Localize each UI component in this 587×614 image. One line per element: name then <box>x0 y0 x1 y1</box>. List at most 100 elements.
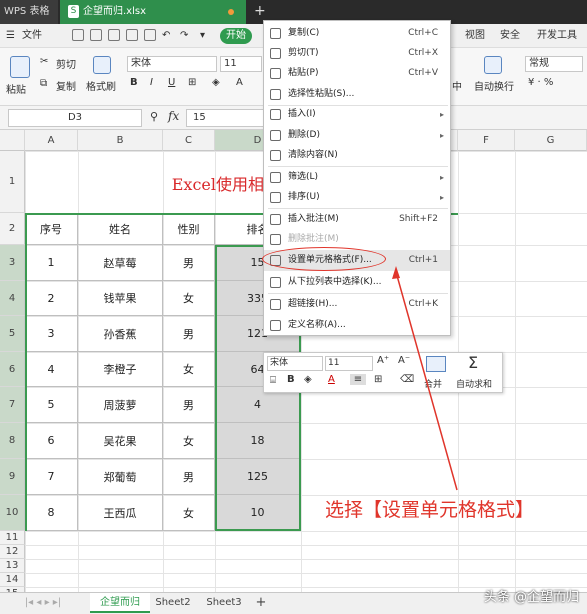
table-cell[interactable]: 1 <box>25 245 78 281</box>
underline-button[interactable]: U <box>168 77 175 88</box>
column-header-a[interactable]: A <box>25 130 78 151</box>
context-menu-item[interactable]: 删除批注(M) <box>264 229 450 250</box>
context-menu-item[interactable]: 筛选(L) ▸ <box>264 167 450 188</box>
format-painter-icon[interactable] <box>93 56 111 74</box>
table-header-cell[interactable]: 性别 <box>163 213 215 245</box>
row-header-6[interactable]: 6 <box>0 352 25 387</box>
row-header-14[interactable]: 14 <box>0 573 25 587</box>
context-menu-item[interactable]: 设置单元格格式(F)... Ctrl+1 <box>264 250 450 271</box>
hamburger-icon[interactable]: ☰ <box>6 24 15 48</box>
table-cell[interactable]: 钱苹果 <box>78 281 163 316</box>
table-cell[interactable]: 赵草莓 <box>78 245 163 281</box>
preview-icon[interactable] <box>126 29 138 41</box>
row-header-5[interactable]: 5 <box>0 316 25 352</box>
table-cell[interactable]: 吴花果 <box>78 423 163 459</box>
fx-icon[interactable]: fx <box>168 109 179 123</box>
table-cell[interactable]: 郑葡萄 <box>78 459 163 495</box>
paste-button[interactable]: 粘贴 <box>6 81 26 96</box>
export-icon[interactable] <box>144 29 156 41</box>
row-header-4[interactable]: 4 <box>0 281 25 316</box>
table-cell[interactable]: 王西瓜 <box>78 495 163 531</box>
context-menu-item[interactable]: 选择性粘贴(S)... <box>264 84 450 105</box>
scissors-icon[interactable]: ✂ <box>40 56 48 67</box>
context-menu-item[interactable]: 超链接(H)... Ctrl+K <box>264 294 450 315</box>
copy-button[interactable]: 复制 <box>56 78 76 93</box>
menu-security[interactable]: 安全 <box>500 24 520 48</box>
row-header-13[interactable]: 13 <box>0 559 25 573</box>
column-header-c[interactable]: C <box>163 130 215 151</box>
open-icon[interactable] <box>72 29 84 41</box>
number-format-select[interactable]: 常规 <box>525 56 583 72</box>
table-cell[interactable]: 女 <box>163 352 215 387</box>
paste-icon[interactable] <box>10 56 30 78</box>
name-box[interactable]: D3 <box>8 109 142 127</box>
sheet-nav-icon[interactable]: |◂ ◂ ▸ ▸| <box>8 593 78 613</box>
sheet-tab-2[interactable]: Sheet2 <box>150 593 196 613</box>
column-header-g[interactable]: G <box>515 130 587 151</box>
autosum-button[interactable]: 自动求和 <box>456 377 492 390</box>
more-icon[interactable]: ▾ <box>200 24 205 48</box>
format-painter-button[interactable]: 格式刷 <box>86 78 116 93</box>
context-menu-item[interactable]: 粘贴(P) Ctrl+V <box>264 63 450 84</box>
save-icon[interactable] <box>90 29 102 41</box>
currency-icon[interactable]: ¥ · % <box>528 77 553 88</box>
row-header-10[interactable]: 10 <box>0 495 25 531</box>
increase-font-icon[interactable]: A⁺ <box>377 355 389 366</box>
row-header-3[interactable]: 3 <box>0 245 25 281</box>
table-cell[interactable]: 男 <box>163 387 215 423</box>
menu-file[interactable]: 文件 <box>22 24 42 48</box>
table-cell[interactable]: 6 <box>25 423 78 459</box>
table-cell[interactable]: 男 <box>163 316 215 352</box>
mini-size-select[interactable]: 11 <box>325 356 373 371</box>
sum-icon[interactable]: Σ <box>468 353 478 372</box>
table-cell[interactable]: 2 <box>25 281 78 316</box>
table-header-cell[interactable]: 姓名 <box>78 213 163 245</box>
context-menu-item[interactable]: 清除内容(N) <box>264 145 450 166</box>
copy-icon[interactable]: ⧉ <box>40 78 47 89</box>
column-header-f[interactable]: F <box>458 130 515 151</box>
sheet-title[interactable]: Excel使用相同位 <box>26 152 300 213</box>
table-cell[interactable]: 125 <box>215 459 301 495</box>
app-tab[interactable]: WPS 表格 <box>0 0 58 24</box>
merge-button[interactable]: 中 <box>452 78 462 93</box>
column-header-b[interactable]: B <box>78 130 163 151</box>
menu-developer[interactable]: 开发工具 <box>537 24 577 48</box>
table-cell[interactable]: 李橙子 <box>78 352 163 387</box>
table-cell[interactable]: 5 <box>25 387 78 423</box>
table-cell[interactable]: 7 <box>25 459 78 495</box>
table-cell[interactable]: 男 <box>163 459 215 495</box>
table-cell[interactable]: 10 <box>215 495 301 531</box>
table-header-cell[interactable]: 序号 <box>25 213 78 245</box>
row-header-7[interactable]: 7 <box>0 387 25 423</box>
table-cell[interactable]: 4 <box>25 352 78 387</box>
table-cell[interactable]: 女 <box>163 281 215 316</box>
italic-button[interactable]: I <box>150 77 153 88</box>
table-cell[interactable]: 8 <box>25 495 78 531</box>
fill-color-icon[interactable]: ◈ <box>212 77 220 88</box>
context-menu-item[interactable]: 插入批注(M) Shift+F2 <box>264 209 450 230</box>
clear-format-icon[interactable]: ⌫ <box>400 374 414 385</box>
context-menu-item[interactable]: 删除(D) ▸ <box>264 125 450 146</box>
decrease-font-icon[interactable]: A⁻ <box>398 355 410 366</box>
mini-merge-button[interactable]: 合并 <box>424 377 442 390</box>
mini-border-icon[interactable]: ⊞ <box>374 374 382 385</box>
mini-font-color-icon[interactable]: A <box>328 374 335 385</box>
row-header-11[interactable]: 11 <box>0 531 25 545</box>
add-sheet-button[interactable]: + <box>252 593 270 613</box>
context-menu-item[interactable]: 插入(I) ▸ <box>264 104 450 125</box>
sheet-tab-1[interactable]: 企望而归 <box>90 593 150 613</box>
row-header-12[interactable]: 12 <box>0 545 25 559</box>
bold-button[interactable]: B <box>130 77 138 88</box>
undo-icon[interactable]: ↶ <box>162 24 170 48</box>
context-menu-item[interactable]: 剪切(T) Ctrl+X <box>264 43 450 64</box>
row-header-1[interactable]: 1 <box>0 151 25 213</box>
table-cell[interactable]: 3 <box>25 316 78 352</box>
new-tab-button[interactable]: + <box>254 0 266 22</box>
zoom-icon[interactable]: ⚲ <box>150 110 158 123</box>
table-cell[interactable]: 女 <box>163 423 215 459</box>
context-menu-item[interactable]: 从下拉列表中选择(K)... <box>264 272 450 293</box>
sheet-tab-3[interactable]: Sheet3 <box>200 593 248 613</box>
context-menu-item[interactable]: 复制(C) Ctrl+C <box>264 23 450 44</box>
table-cell[interactable]: 孙香蕉 <box>78 316 163 352</box>
wrap-text-icon[interactable] <box>484 56 502 74</box>
